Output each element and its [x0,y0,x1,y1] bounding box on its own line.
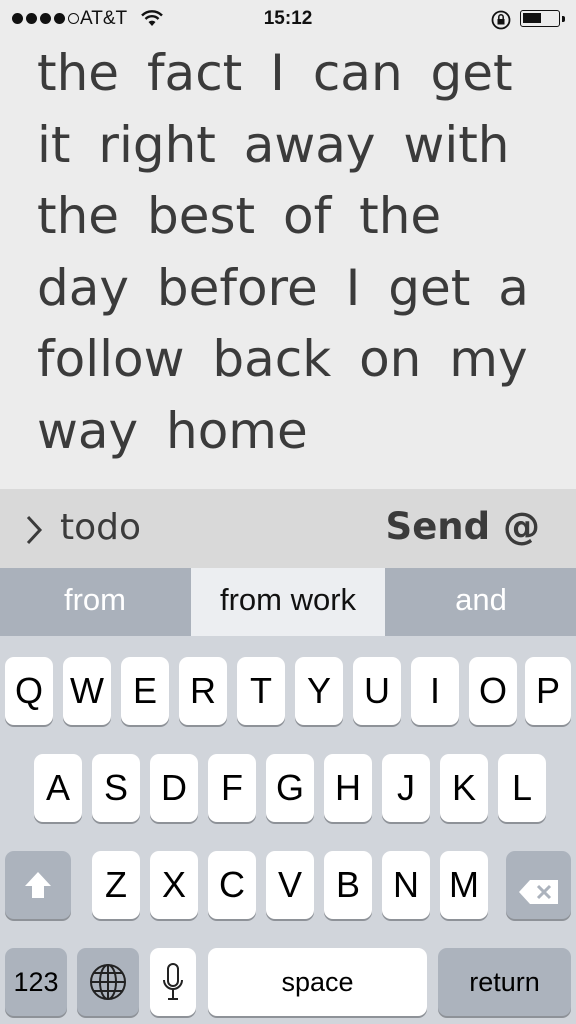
key-p[interactable]: P [525,657,571,725]
key-l[interactable]: L [498,754,546,822]
suggestion-item-selected[interactable]: from work [191,568,385,636]
key-w[interactable]: W [63,657,111,725]
backspace-icon [518,872,560,914]
status-bar: AT&T 15:12 [0,0,576,38]
key-g[interactable]: G [266,754,314,822]
suggestion-item[interactable]: from [0,568,190,636]
key-u[interactable]: U [353,657,401,725]
key-b[interactable]: B [324,851,372,919]
keyboard: Q W E R T Y U I O P A S D F G H J K L Z … [0,636,576,1024]
rotation-lock-icon [490,9,512,36]
space-key[interactable]: space [208,948,427,1016]
key-c[interactable]: C [208,851,256,919]
key-f[interactable]: F [208,754,256,822]
list-name[interactable]: todo [60,507,141,548]
key-d[interactable]: D [150,754,198,822]
key-m[interactable]: M [440,851,488,919]
key-h[interactable]: H [324,754,372,822]
shift-icon [23,869,53,911]
note-text[interactable]: the fact I can get it right away with th… [37,38,557,467]
key-t[interactable]: T [237,657,285,725]
globe-key[interactable] [77,948,139,1016]
key-a[interactable]: A [34,754,82,822]
microphone-key[interactable] [150,948,196,1016]
action-bar: todo Send @ [0,489,576,568]
key-z[interactable]: Z [92,851,140,919]
key-k[interactable]: K [440,754,488,822]
key-y[interactable]: Y [295,657,343,725]
numbers-key[interactable]: 123 [5,948,67,1016]
key-q[interactable]: Q [5,657,53,725]
key-o[interactable]: O [469,657,517,725]
key-r[interactable]: R [179,657,227,725]
key-j[interactable]: J [382,754,430,822]
shift-key[interactable] [5,851,71,919]
send-button[interactable]: Send @ [386,505,540,548]
key-e[interactable]: E [121,657,169,725]
key-v[interactable]: V [266,851,314,919]
suggestion-bar: from from work and [0,568,576,636]
microphone-icon [161,962,185,1011]
key-s[interactable]: S [92,754,140,822]
backspace-key[interactable] [506,851,571,919]
key-n[interactable]: N [382,851,430,919]
battery-icon [520,10,565,27]
chevron-right-icon[interactable] [24,511,44,554]
suggestion-item[interactable]: and [386,568,576,636]
key-x[interactable]: X [150,851,198,919]
globe-icon [89,963,127,1010]
return-key[interactable]: return [438,948,571,1016]
key-i[interactable]: I [411,657,459,725]
